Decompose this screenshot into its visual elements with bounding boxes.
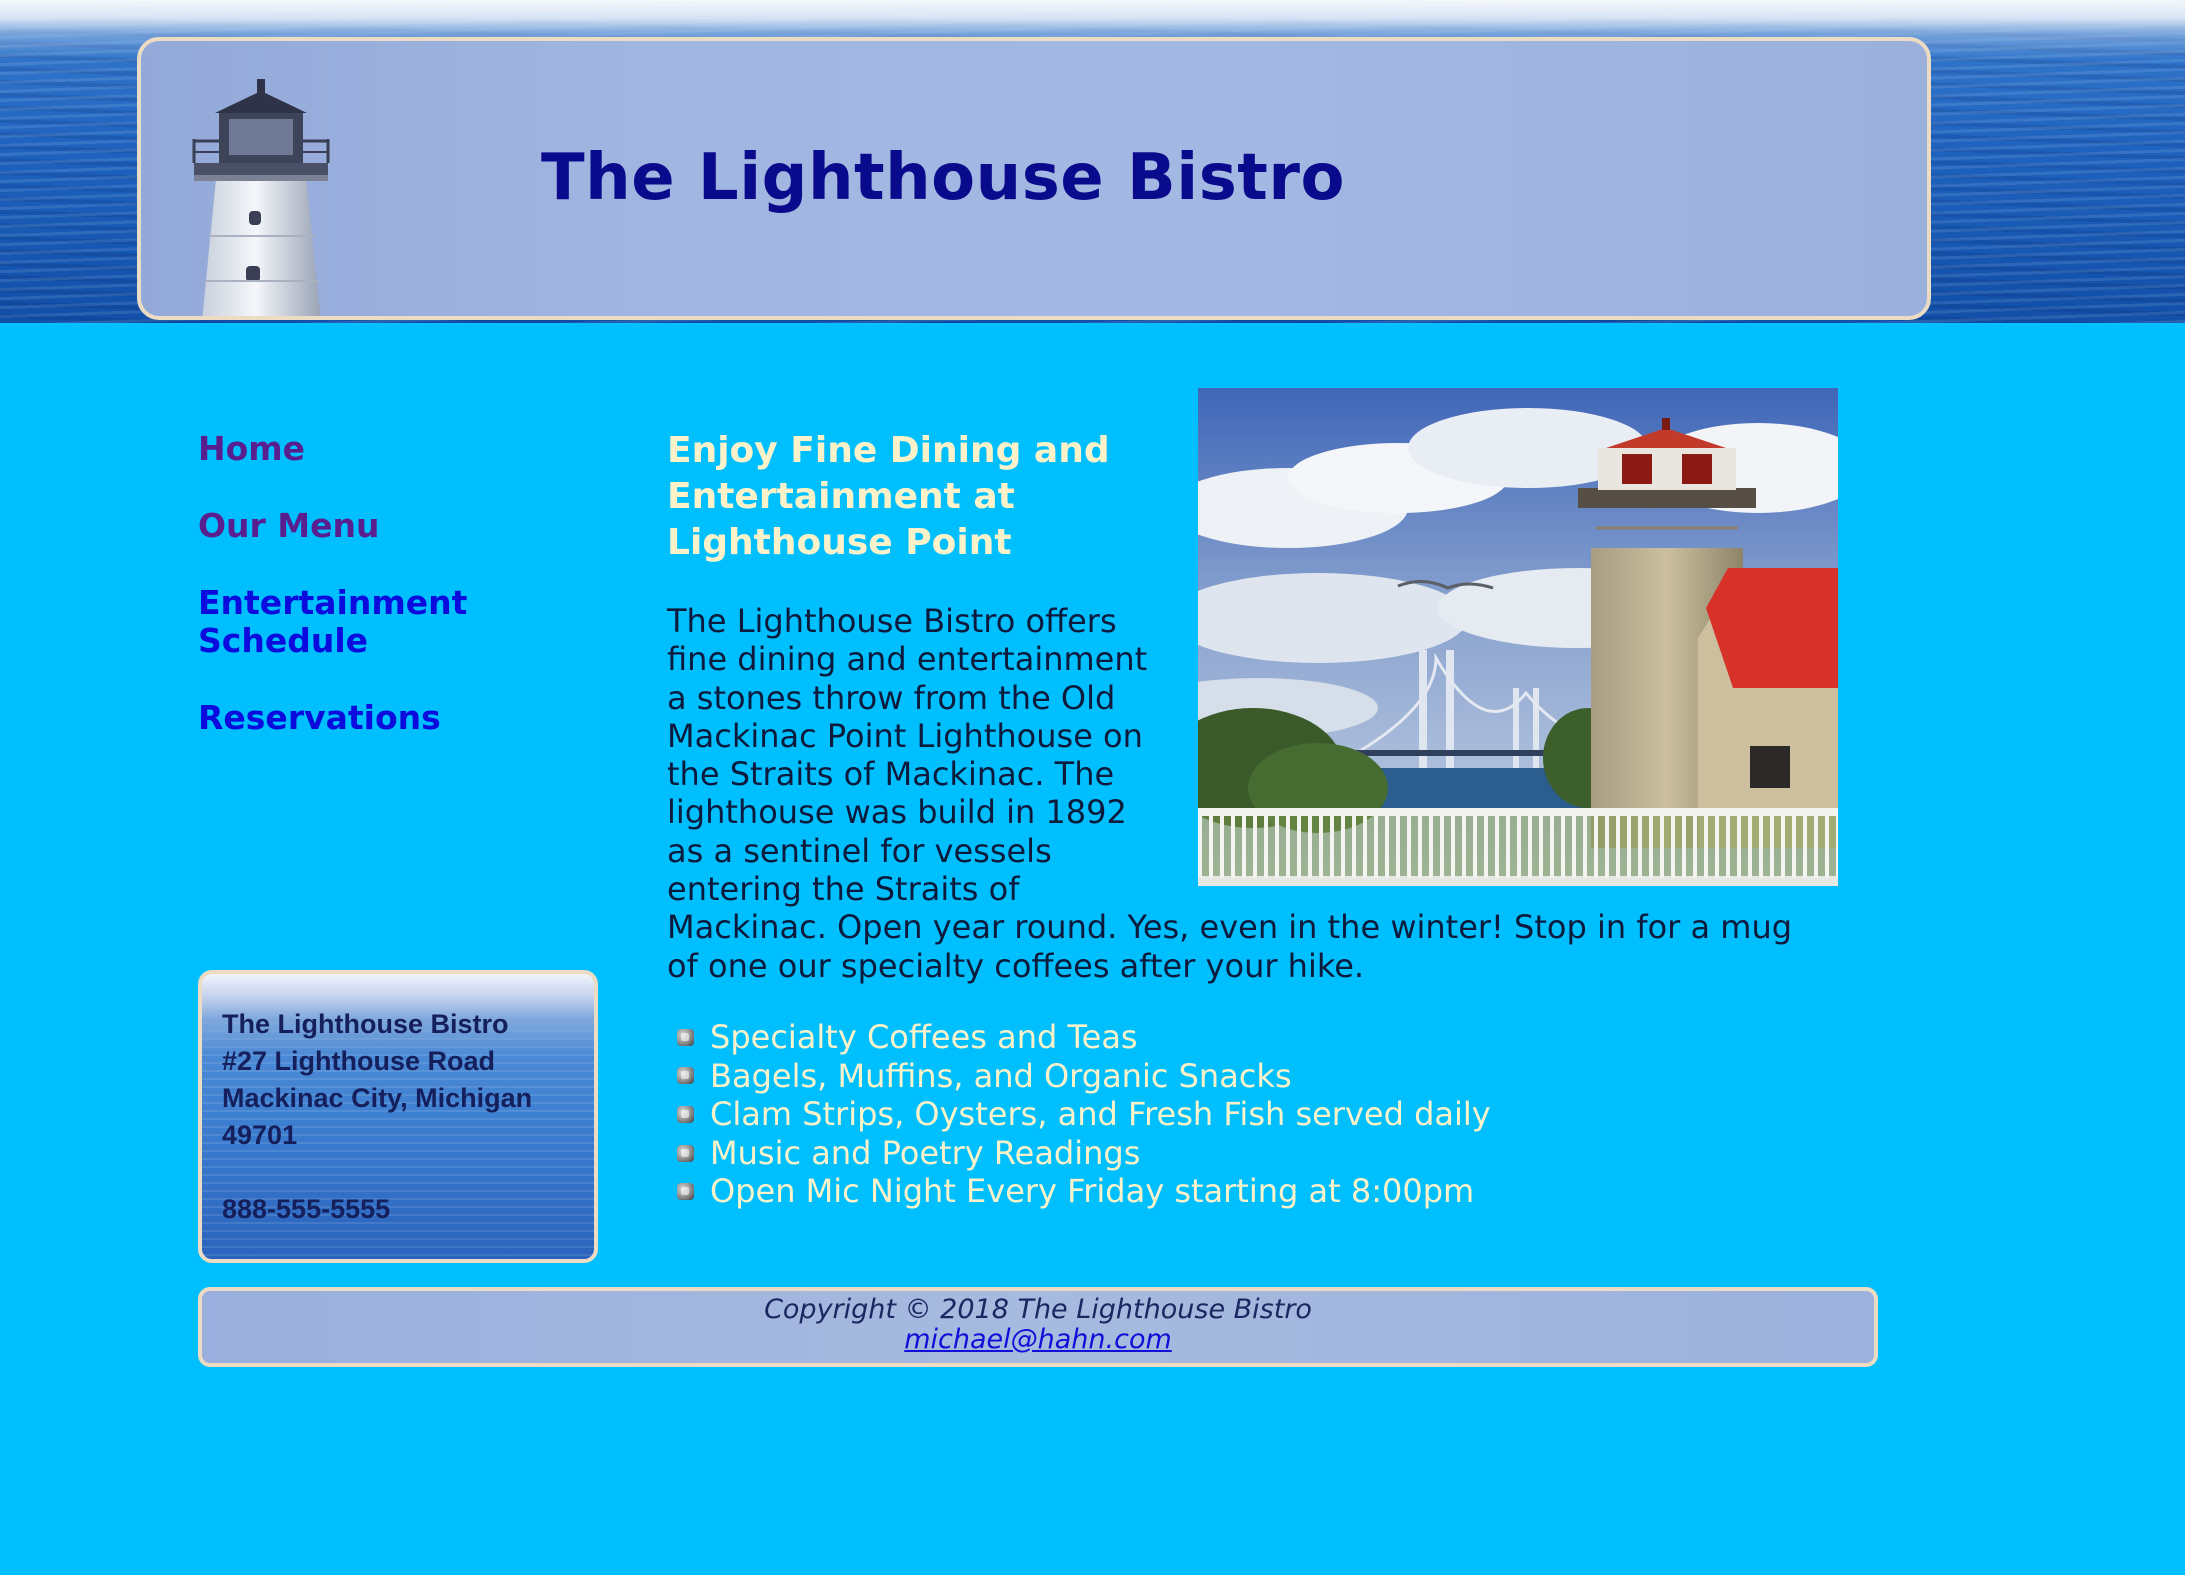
nav-link-reservations[interactable]: Reservations <box>198 699 558 737</box>
intro-line: fine dining and entertainment <box>667 640 1148 679</box>
heading-line: Lighthouse Point <box>667 522 1012 563</box>
list-item-text: Music and Poetry Readings <box>710 1133 1141 1172</box>
intro-line: The Lighthouse Bistro offers <box>667 602 1117 640</box>
intro-line: a stones throw from the Old <box>667 678 1116 717</box>
footer-email-link[interactable]: michael@hahn.com <box>904 1324 1172 1355</box>
copyright-text: Copyright © 2018 The Lighthouse Bistro <box>764 1294 1312 1325</box>
intro-paragraph: The Lighthouse Bistro offers fine dining … <box>667 602 1837 985</box>
address-name: The Lighthouse Bistro <box>222 1009 509 1039</box>
intro-line: as a sentinel for vessels <box>667 831 1052 870</box>
bullet-icon <box>677 1028 694 1046</box>
list-item-text: Clam Strips, Oysters, and Fresh Fish ser… <box>710 1095 1491 1134</box>
list-item: Clam Strips, Oysters, and Fresh Fish ser… <box>677 1095 1491 1134</box>
bullet-icon <box>677 1067 694 1085</box>
lighthouse-image <box>192 79 330 316</box>
nav-link-our-menu[interactable]: Our Menu <box>198 507 558 545</box>
intro-line: the Straits of Mackinac. The <box>667 755 1115 794</box>
site-title: The Lighthouse Bistro <box>541 141 1345 215</box>
list-item: Music and Poetry Readings <box>677 1134 1491 1173</box>
features-list: Specialty Coffees and Teas Bagels, Muffi… <box>677 1018 1491 1211</box>
nav-link-entertainment-schedule[interactable]: Entertainment Schedule <box>198 584 558 660</box>
address-phone: 888-555-5555 <box>222 1194 391 1224</box>
list-item: Bagels, Muffins, and Organic Snacks <box>677 1057 1491 1096</box>
address-city: Mackinac City, Michigan <box>222 1083 533 1113</box>
main-nav: Home Our Menu Entertainment Schedule Res… <box>198 430 558 776</box>
intro-line: Mackinac. Open year round. Yes, even in … <box>667 908 1793 947</box>
heading-line: Enjoy Fine Dining and <box>667 430 1110 471</box>
address-spacer <box>222 1154 576 1191</box>
site-header: The Lighthouse Bistro <box>137 37 1931 320</box>
bullet-icon <box>677 1144 694 1162</box>
intro-line: Mackinac Point Lighthouse on <box>667 716 1143 755</box>
site-footer: Copyright © 2018 The Lighthouse Bistro m… <box>198 1287 1878 1367</box>
list-item-text: Open Mic Night Every Friday starting at … <box>710 1172 1475 1211</box>
list-item-text: Bagels, Muffins, and Organic Snacks <box>710 1056 1292 1095</box>
list-item-text: Specialty Coffees and Teas <box>710 1018 1138 1056</box>
bullet-icon <box>677 1183 694 1201</box>
heading-line: Entertainment at <box>667 476 1015 517</box>
address-box: The Lighthouse Bistro #27 Lighthouse Roa… <box>198 970 598 1263</box>
nav-link-home[interactable]: Home <box>198 430 558 468</box>
intro-line: lighthouse was build in 1892 <box>667 793 1127 832</box>
intro-line: entering the Straits of <box>667 870 1020 909</box>
intro-line: of one our specialty coffees after your … <box>667 946 1365 985</box>
bullet-icon <box>677 1105 694 1123</box>
list-item: Open Mic Night Every Friday starting at … <box>677 1172 1491 1211</box>
list-item: Specialty Coffees and Teas <box>677 1018 1491 1057</box>
address-street: #27 Lighthouse Road <box>222 1046 496 1076</box>
content-heading: Enjoy Fine Dining and Entertainment at Lig… <box>667 428 1187 566</box>
address-zip: 49701 <box>222 1120 298 1150</box>
